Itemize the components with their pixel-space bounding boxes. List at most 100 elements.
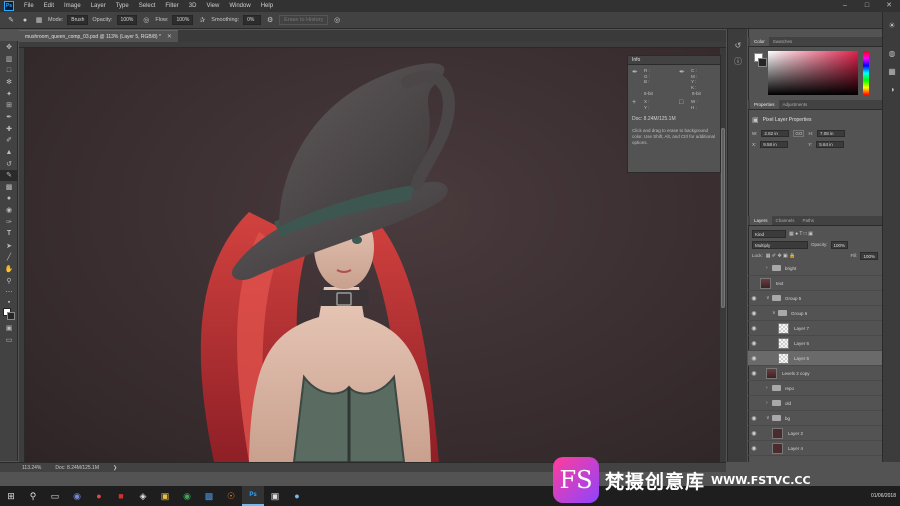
minimize-icon[interactable]: – bbox=[834, 0, 856, 12]
layer-row[interactable]: ◉ Levels 2 copy bbox=[748, 366, 882, 381]
visibility-eye-icon[interactable]: ◉ bbox=[748, 445, 760, 452]
default-colors-icon[interactable]: ▪ bbox=[0, 298, 18, 306]
layer-row[interactable]: › old bbox=[748, 396, 882, 411]
layer-row[interactable]: ◉ Layer 5 bbox=[748, 351, 882, 366]
maximize-icon[interactable]: □ bbox=[856, 0, 878, 12]
menu-view[interactable]: View bbox=[201, 3, 224, 9]
zoom-tool-icon[interactable]: ⚲ bbox=[0, 275, 18, 287]
tab-channels[interactable]: Channels bbox=[772, 216, 799, 225]
layer-row[interactable]: ◉ Layer 2 bbox=[748, 426, 882, 441]
info-icon[interactable]: ⓘ bbox=[728, 53, 748, 69]
tab-color[interactable]: Color bbox=[750, 37, 769, 46]
quick-mask-icon[interactable]: ▣ bbox=[0, 322, 18, 334]
brush-tool-icon[interactable]: ✐ bbox=[0, 135, 18, 147]
visibility-eye-icon[interactable]: ◉ bbox=[748, 370, 760, 377]
discord-icon[interactable]: ◉ bbox=[66, 486, 88, 506]
x-input[interactable]: 9.58 in bbox=[760, 141, 789, 148]
swatches-icon[interactable]: ▦ bbox=[883, 62, 900, 80]
menu-edit[interactable]: Edit bbox=[39, 3, 59, 9]
more-tools-icon[interactable]: ⋯ bbox=[0, 286, 18, 298]
pressure-size-icon[interactable]: ◎ bbox=[332, 15, 342, 25]
type-tool-icon[interactable]: T bbox=[0, 228, 18, 240]
lock-icons[interactable]: ▦ ✐ ✥ ▣ 🔒 bbox=[766, 253, 796, 259]
color-picker-field[interactable] bbox=[768, 51, 858, 95]
file-explorer-icon[interactable]: ▣ bbox=[154, 486, 176, 506]
recorder-icon[interactable]: ● bbox=[88, 486, 110, 506]
gradient-tool-icon[interactable]: ▩ bbox=[0, 181, 18, 193]
browser-icon[interactable]: ● bbox=[286, 486, 308, 506]
line-tool-icon[interactable]: ╱ bbox=[0, 251, 18, 263]
marquee-tool-icon[interactable]: □ bbox=[0, 64, 18, 76]
gear-icon[interactable]: ⚙ bbox=[265, 15, 275, 25]
search-icon[interactable]: ⚲ bbox=[22, 486, 44, 506]
blend-mode-select[interactable]: Multiply bbox=[752, 240, 808, 249]
pen-tool-icon[interactable]: ✑ bbox=[0, 216, 18, 228]
lasso-tool-icon[interactable]: ✻ bbox=[0, 76, 18, 88]
zoom-level[interactable]: 113.24% bbox=[22, 465, 41, 471]
layer-row[interactable]: ◉ ∨ Group 6 bbox=[748, 306, 882, 321]
task-view-icon[interactable]: ▭ bbox=[44, 486, 66, 506]
brush-settings-icon[interactable]: ▦ bbox=[34, 15, 44, 25]
fill-input[interactable]: 100% bbox=[860, 251, 878, 260]
mode-select[interactable]: Brush bbox=[67, 15, 89, 25]
chrome-icon[interactable]: ◉ bbox=[176, 486, 198, 506]
magic-wand-tool-icon[interactable]: ✦ bbox=[0, 88, 18, 100]
color-wheel-icon[interactable]: ◍ bbox=[883, 44, 900, 62]
hand-tool-icon[interactable]: ✋ bbox=[0, 263, 18, 275]
layer-row[interactable]: ◉ ∨ Group 5 bbox=[748, 291, 882, 306]
opacity-input[interactable]: 100% bbox=[116, 15, 138, 25]
tab-properties[interactable]: Properties bbox=[750, 100, 779, 109]
document-tab[interactable]: mushroom_queen_comp_03.psd @ 113% (Layer… bbox=[19, 30, 178, 42]
app-red-icon[interactable]: ■ bbox=[110, 486, 132, 506]
path-selection-tool-icon[interactable]: ➤ bbox=[0, 240, 18, 252]
layer-row[interactable]: ◉ Layer 4 bbox=[748, 441, 882, 456]
visibility-eye-icon[interactable]: ◉ bbox=[748, 325, 760, 332]
menu-help[interactable]: Help bbox=[256, 3, 278, 9]
smoothing-input[interactable]: 0% bbox=[243, 15, 262, 25]
brush-preset-icon[interactable]: ● bbox=[20, 15, 30, 25]
flow-input[interactable]: 100% bbox=[172, 15, 194, 25]
move-tool-icon[interactable]: ✥ bbox=[0, 41, 18, 53]
photoshop-taskbar-icon[interactable]: Ps bbox=[242, 486, 264, 506]
layer-row[interactable]: ◉ Layer 6 bbox=[748, 336, 882, 351]
layer-row[interactable]: ◉ Layer 7 bbox=[748, 321, 882, 336]
artboard-tool-icon[interactable]: ▥ bbox=[0, 53, 18, 65]
menu-filter[interactable]: Filter bbox=[160, 3, 183, 9]
terminal-icon[interactable]: ▣ bbox=[264, 486, 286, 506]
screen-mode-icon[interactable]: ▭ bbox=[0, 334, 18, 346]
dodge-tool-icon[interactable]: ◉ bbox=[0, 205, 18, 217]
status-arrow-icon[interactable]: ❯ bbox=[113, 465, 117, 471]
menu-type[interactable]: Type bbox=[111, 3, 134, 9]
menu-file[interactable]: File bbox=[19, 3, 39, 9]
lightbulb-icon[interactable]: ☀ bbox=[883, 16, 900, 34]
width-input[interactable]: 2.82 in bbox=[761, 130, 790, 137]
menu-3d[interactable]: 3D bbox=[184, 3, 202, 9]
layer-row[interactable]: › repo bbox=[748, 381, 882, 396]
eraser-tool-icon[interactable]: ✎ bbox=[0, 169, 18, 182]
close-icon[interactable]: ✕ bbox=[878, 0, 900, 12]
history-icon[interactable]: ↺ bbox=[728, 37, 748, 53]
hue-slider[interactable] bbox=[863, 51, 869, 95]
history-brush-tool-icon[interactable]: ↺ bbox=[0, 158, 18, 170]
layer-row[interactable]: ◉ ∨ bg bbox=[748, 411, 882, 426]
scrollbar-thumb[interactable] bbox=[721, 128, 725, 308]
layer-opacity-input[interactable]: 100% bbox=[830, 240, 849, 249]
menu-window[interactable]: Window bbox=[224, 3, 255, 9]
blur-tool-icon[interactable]: ● bbox=[0, 193, 18, 205]
y-input[interactable]: 5.64 in bbox=[816, 141, 845, 148]
menu-select[interactable]: Select bbox=[134, 3, 161, 9]
unity-icon[interactable]: ◈ bbox=[132, 486, 154, 506]
visibility-eye-icon[interactable]: ◉ bbox=[748, 415, 760, 422]
visibility-eye-icon[interactable]: ◉ bbox=[748, 340, 760, 347]
link-icon[interactable]: GO bbox=[793, 130, 805, 137]
close-tab-icon[interactable]: ✕ bbox=[167, 33, 172, 40]
menu-image[interactable]: Image bbox=[59, 3, 86, 9]
layer-filter-kind[interactable]: Kind bbox=[752, 229, 786, 238]
eyedropper-tool-icon[interactable]: ✒ bbox=[0, 111, 18, 123]
tab-layers[interactable]: Layers bbox=[750, 216, 772, 225]
background-color-swatch[interactable] bbox=[758, 58, 767, 67]
layer-row[interactable]: text bbox=[748, 276, 882, 291]
blender-icon[interactable]: ☉ bbox=[220, 486, 242, 506]
visibility-eye-icon[interactable]: ◉ bbox=[748, 430, 760, 437]
tab-swatches[interactable]: Swatches bbox=[769, 37, 797, 46]
